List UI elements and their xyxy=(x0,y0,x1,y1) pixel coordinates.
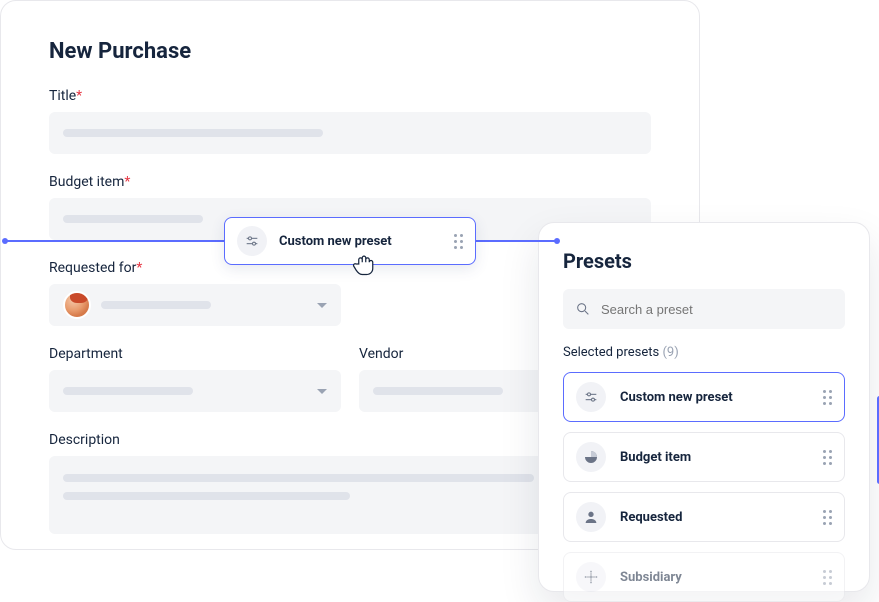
search-icon xyxy=(575,301,591,317)
field-title-label: Title* xyxy=(49,88,651,104)
field-requested: Requested for* xyxy=(49,260,341,326)
preset-item-requested[interactable]: Requested xyxy=(563,492,845,542)
preset-item-label: Subsidiary xyxy=(620,570,682,585)
selected-presets-label: Selected presets (9) xyxy=(563,345,845,360)
grabbing-cursor-icon xyxy=(350,250,378,282)
preset-search[interactable] xyxy=(563,289,845,329)
chevron-down-icon xyxy=(317,389,327,394)
preset-item-label: Requested xyxy=(620,510,682,525)
presets-panel: Presets Selected presets (9) Custom new … xyxy=(538,222,870,592)
drag-handle-icon[interactable] xyxy=(823,450,832,465)
field-department-label: Department xyxy=(49,346,341,362)
title-input[interactable] xyxy=(49,112,651,154)
preset-item-label: Custom new preset xyxy=(620,390,733,405)
preset-item-subsidiary[interactable]: Subsidiary xyxy=(563,552,845,602)
preset-search-input[interactable] xyxy=(601,302,833,317)
avatar xyxy=(63,291,91,319)
department-select[interactable] xyxy=(49,370,341,412)
chevron-down-icon xyxy=(317,303,327,308)
person-icon xyxy=(576,502,606,532)
field-department: Department xyxy=(49,346,341,412)
drag-handle-icon[interactable] xyxy=(823,390,832,405)
drag-handle-icon[interactable] xyxy=(823,570,832,585)
presets-title: Presets xyxy=(563,249,845,273)
preset-item-custom[interactable]: Custom new preset xyxy=(563,372,845,422)
hub-icon xyxy=(576,562,606,592)
requested-select[interactable] xyxy=(49,284,341,326)
field-title: Title* xyxy=(49,88,651,154)
drag-handle-icon[interactable] xyxy=(454,234,463,249)
field-budget-label: Budget item* xyxy=(49,174,651,190)
drag-handle-icon[interactable] xyxy=(823,510,832,525)
form-title: New Purchase xyxy=(49,39,651,64)
preset-item-label: Budget item xyxy=(620,450,691,465)
preset-item-budget[interactable]: Budget item xyxy=(563,432,845,482)
pie-chart-icon xyxy=(576,442,606,472)
sliders-icon xyxy=(237,226,267,256)
dragged-preset-label: Custom new preset xyxy=(279,234,392,249)
sliders-icon xyxy=(576,382,606,412)
